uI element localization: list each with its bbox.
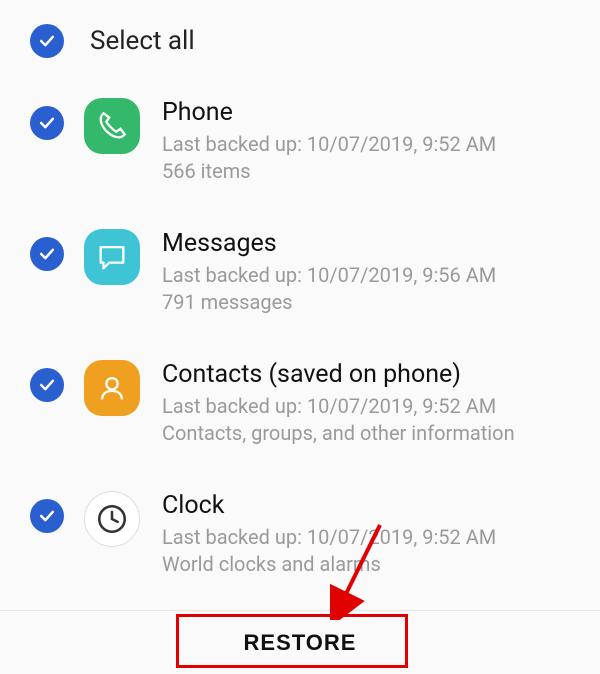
backup-items-list: Phone Last backed up: 10/07/2019, 9:52 A… — [0, 76, 600, 610]
item-text: Contacts (saved on phone) Last backed up… — [162, 360, 574, 447]
check-icon — [37, 31, 57, 51]
item-backup-time: Last backed up: 10/07/2019, 9:52 AM — [162, 524, 574, 551]
contacts-icon — [84, 360, 140, 416]
select-all-row[interactable]: Select all — [0, 0, 600, 76]
item-checkbox-phone[interactable] — [30, 106, 64, 140]
item-detail: World clocks and alarms — [162, 551, 574, 578]
item-title: Clock — [162, 491, 574, 520]
item-checkbox-contacts[interactable] — [30, 368, 64, 402]
item-checkbox-messages[interactable] — [30, 237, 64, 271]
check-icon — [37, 244, 57, 264]
phone-icon — [84, 98, 140, 154]
item-title: Messages — [162, 229, 574, 258]
select-all-label: Select all — [90, 26, 195, 56]
item-backup-time: Last backed up: 10/07/2019, 9:56 AM — [162, 262, 574, 289]
check-icon — [37, 506, 57, 526]
restore-button[interactable]: RESTORE — [204, 618, 397, 668]
item-text: Clock Last backed up: 10/07/2019, 9:52 A… — [162, 491, 574, 578]
item-title: Contacts (saved on phone) — [162, 360, 574, 389]
item-backup-time: Last backed up: 10/07/2019, 9:52 AM — [162, 393, 574, 420]
select-all-checkbox[interactable] — [30, 24, 64, 58]
item-detail: 791 messages — [162, 289, 574, 316]
check-icon — [37, 113, 57, 133]
footer-bar: RESTORE — [0, 610, 600, 674]
item-text: Phone Last backed up: 10/07/2019, 9:52 A… — [162, 98, 574, 185]
list-item[interactable]: Clock Last backed up: 10/07/2019, 9:52 A… — [0, 469, 600, 600]
messages-icon — [84, 229, 140, 285]
item-detail: Contacts, groups, and other information — [162, 420, 574, 447]
check-icon — [37, 375, 57, 395]
item-title: Phone — [162, 98, 574, 127]
list-item[interactable]: Messages Last backed up: 10/07/2019, 9:5… — [0, 207, 600, 338]
item-text: Messages Last backed up: 10/07/2019, 9:5… — [162, 229, 574, 316]
clock-icon — [84, 491, 140, 547]
item-backup-time: Last backed up: 10/07/2019, 9:52 AM — [162, 131, 574, 158]
item-detail: 566 items — [162, 158, 574, 185]
list-item[interactable]: Phone Last backed up: 10/07/2019, 9:52 A… — [0, 76, 600, 207]
list-item[interactable]: Contacts (saved on phone) Last backed up… — [0, 338, 600, 469]
restore-screen: Select all Phone Last backed up: 10/07/2… — [0, 0, 600, 674]
item-checkbox-clock[interactable] — [30, 499, 64, 533]
